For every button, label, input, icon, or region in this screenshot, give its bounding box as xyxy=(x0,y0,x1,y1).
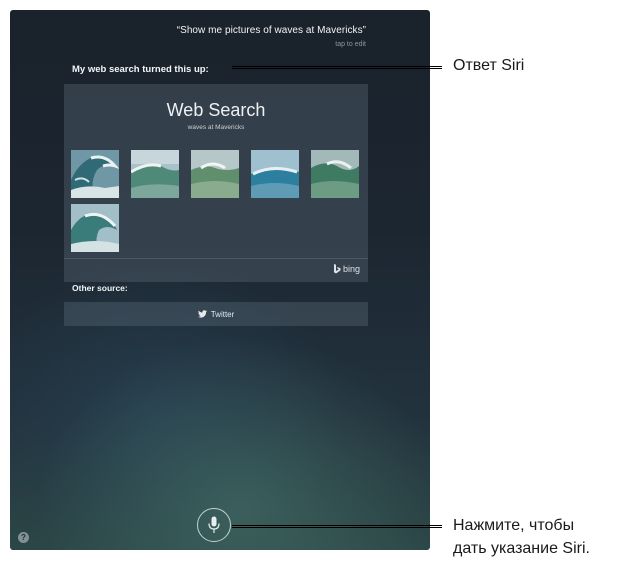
siri-query-text[interactable]: “Show me pictures of waves at Mavericks” xyxy=(177,25,366,36)
web-search-subtitle: waves at Mavericks xyxy=(187,124,245,131)
siri-screen: “Show me pictures of waves at Mavericks”… xyxy=(10,10,430,550)
card-divider xyxy=(64,258,368,259)
siri-response-callout: Ответ Siri xyxy=(453,57,525,74)
bing-logo-icon xyxy=(333,264,341,274)
siri-response-text: My web search turned this up: xyxy=(72,64,209,75)
image-result-wave-6[interactable] xyxy=(71,204,119,252)
web-search-card: Web Search waves at Mavericks bing xyxy=(64,84,368,282)
image-result-wave-2[interactable] xyxy=(131,150,179,198)
image-result-wave-1[interactable] xyxy=(71,150,119,198)
bing-attribution[interactable]: bing xyxy=(333,264,360,274)
microphone-button[interactable] xyxy=(197,508,231,542)
web-search-title: Web Search xyxy=(166,100,266,120)
help-button[interactable]: ? xyxy=(18,532,29,543)
microphone-callout-line1: Нажмите, чтобы xyxy=(453,517,575,534)
page: “Show me pictures of waves at Mavericks”… xyxy=(0,0,628,562)
twitter-bird-icon xyxy=(197,310,207,318)
tap-to-edit-hint[interactable]: tap to edit xyxy=(335,41,366,48)
microphone-icon xyxy=(208,516,220,533)
twitter-button[interactable]: Twitter xyxy=(64,302,368,326)
image-result-wave-5[interactable] xyxy=(311,150,359,198)
siri-response-callout-line xyxy=(232,66,442,69)
microphone-callout-line xyxy=(232,525,442,528)
image-result-wave-3[interactable] xyxy=(191,150,239,198)
twitter-label: Twitter xyxy=(210,309,235,319)
bing-label: bing xyxy=(342,264,360,274)
microphone-callout-line2: дать указание Siri. xyxy=(453,540,590,557)
other-source-label: Other source: xyxy=(72,283,128,293)
help-icon: ? xyxy=(21,533,26,542)
image-result-wave-4[interactable] xyxy=(251,150,299,198)
